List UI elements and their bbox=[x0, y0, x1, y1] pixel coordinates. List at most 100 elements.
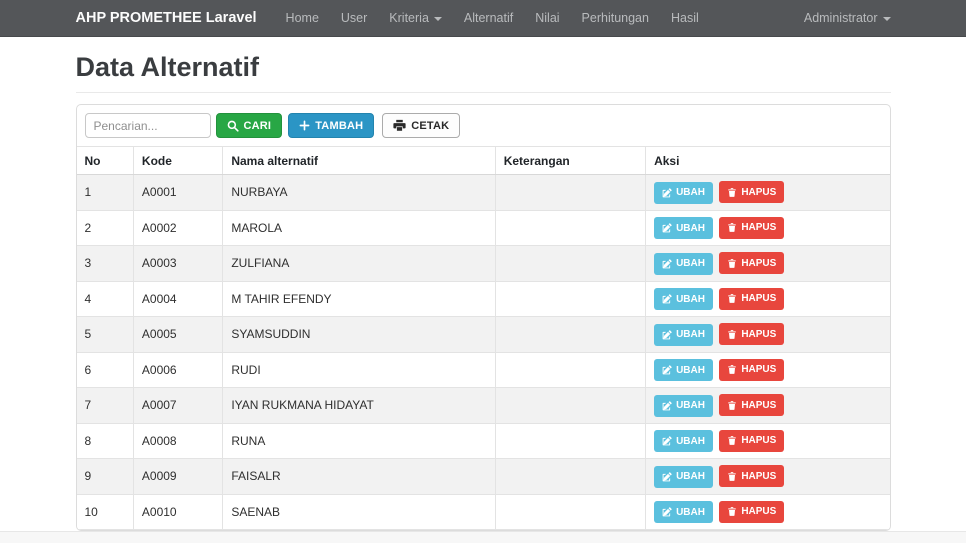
cell-kode: A0006 bbox=[133, 351, 224, 388]
cell-aksi: UBAH HAPUS bbox=[645, 351, 890, 388]
ubah-button[interactable]: UBAH bbox=[654, 359, 713, 381]
nav-item-alternatif[interactable]: Alternatif bbox=[453, 11, 524, 25]
cell-kode: A0004 bbox=[133, 280, 224, 317]
cell-nama: RUDI bbox=[222, 351, 496, 388]
hapus-button-label: HAPUS bbox=[741, 399, 777, 411]
user-menu-label: Administrator bbox=[803, 11, 878, 25]
hapus-button[interactable]: HAPUS bbox=[719, 252, 785, 274]
cell-kode: A0003 bbox=[133, 245, 224, 282]
cell-keterangan bbox=[495, 316, 647, 353]
cell-aksi: UBAH HAPUS bbox=[645, 245, 890, 282]
hapus-button-label: HAPUS bbox=[741, 222, 777, 233]
cell-aksi: UBAH HAPUS bbox=[645, 493, 890, 530]
edit-icon bbox=[662, 223, 672, 233]
ubah-button-label: UBAH bbox=[676, 329, 705, 340]
ubah-button[interactable]: UBAH bbox=[654, 323, 713, 346]
hapus-button-label: HAPUS bbox=[741, 435, 777, 446]
ubah-button-label: UBAH bbox=[676, 471, 705, 482]
tambah-button[interactable]: TAMBAH bbox=[288, 113, 375, 138]
cell-no: 4 bbox=[76, 280, 134, 317]
header-nama: Nama alternatif bbox=[222, 146, 496, 175]
ubah-button-label: UBAH bbox=[676, 258, 705, 269]
cell-aksi: UBAH HAPUS bbox=[645, 280, 890, 317]
nav-item-kriteria-dropdown[interactable]: Kriteria bbox=[378, 11, 453, 25]
hapus-button-label: HAPUS bbox=[741, 186, 777, 198]
cell-kode: A0001 bbox=[133, 174, 224, 211]
alternatif-table: No Kode Nama alternatif Keterangan Aksi … bbox=[76, 146, 890, 530]
search-input[interactable] bbox=[84, 113, 211, 138]
ubah-button[interactable]: UBAH bbox=[654, 252, 713, 275]
nav-item-hasil[interactable]: Hasil bbox=[660, 11, 710, 25]
table-row: 6 A0006 RUDI UBAH HAPUS bbox=[76, 351, 890, 388]
edit-icon bbox=[662, 507, 672, 517]
hapus-button[interactable]: HAPUS bbox=[719, 429, 785, 452]
trash-icon bbox=[727, 435, 737, 446]
brand-link[interactable]: AHP PROMETHEE Laravel bbox=[76, 10, 257, 26]
cell-no: 5 bbox=[76, 316, 134, 353]
hapus-button-label: HAPUS bbox=[741, 257, 777, 269]
edit-icon bbox=[662, 400, 672, 411]
cell-no: 3 bbox=[76, 245, 134, 282]
trash-icon bbox=[727, 400, 737, 411]
trash-icon bbox=[727, 506, 737, 517]
ubah-button-label: UBAH bbox=[676, 293, 705, 305]
ubah-button[interactable]: UBAH bbox=[654, 217, 713, 239]
nav-item-nilai[interactable]: Nilai bbox=[524, 11, 570, 25]
nav-item-kriteria-label: Kriteria bbox=[389, 11, 429, 25]
ubah-button[interactable]: UBAH bbox=[654, 501, 713, 523]
header-no: No bbox=[76, 146, 134, 175]
nav-item-user[interactable]: User bbox=[330, 11, 378, 25]
trash-icon bbox=[727, 293, 737, 304]
ubah-button[interactable]: UBAH bbox=[654, 394, 713, 417]
cell-nama: SYAMSUDDIN bbox=[222, 316, 496, 353]
cell-kode: A0002 bbox=[133, 209, 224, 246]
edit-icon bbox=[662, 329, 672, 340]
cell-keterangan bbox=[495, 280, 647, 317]
nav-item-perhitungan[interactable]: Perhitungan bbox=[571, 11, 660, 25]
cell-aksi: UBAH HAPUS bbox=[645, 387, 890, 424]
table-row: 5 A0005 SYAMSUDDIN UBAH HAPUS bbox=[76, 316, 890, 353]
trash-icon bbox=[727, 222, 737, 233]
cell-nama: M TAHIR EFENDY bbox=[222, 280, 496, 317]
hapus-button[interactable]: HAPUS bbox=[719, 394, 785, 416]
cetak-button[interactable]: CETAK bbox=[382, 113, 461, 138]
cell-nama: MAROLA bbox=[222, 209, 496, 246]
hapus-button[interactable]: HAPUS bbox=[719, 287, 785, 310]
ubah-button[interactable]: UBAH bbox=[654, 288, 713, 310]
cell-nama: FAISALR bbox=[222, 458, 496, 495]
hapus-button-label: HAPUS bbox=[741, 364, 777, 375]
table-row: 1 A0001 NURBAYA UBAH HAPUS bbox=[76, 174, 890, 211]
table-row: 2 A0002 MAROLA UBAH HAPUS bbox=[76, 209, 890, 246]
hapus-button[interactable]: HAPUS bbox=[719, 216, 785, 239]
edit-icon bbox=[662, 365, 672, 375]
cari-button[interactable]: CARI bbox=[215, 113, 283, 138]
ubah-button-label: UBAH bbox=[676, 435, 705, 447]
hapus-button-label: HAPUS bbox=[741, 328, 777, 340]
ubah-button[interactable]: UBAH bbox=[654, 181, 713, 204]
hapus-button[interactable]: HAPUS bbox=[719, 323, 785, 345]
cell-aksi: UBAH HAPUS bbox=[645, 209, 890, 246]
cell-keterangan bbox=[495, 209, 647, 246]
cell-aksi: UBAH HAPUS bbox=[645, 458, 890, 495]
hapus-button[interactable]: HAPUS bbox=[719, 181, 785, 203]
cell-kode: A0007 bbox=[133, 387, 224, 424]
ubah-button-label: UBAH bbox=[676, 222, 705, 234]
hapus-button-label: HAPUS bbox=[741, 470, 777, 482]
hapus-button[interactable]: HAPUS bbox=[719, 465, 785, 487]
cetak-button-label: CETAK bbox=[411, 119, 450, 132]
cell-keterangan bbox=[495, 351, 647, 388]
ubah-button[interactable]: UBAH bbox=[654, 430, 713, 452]
ubah-button-label: UBAH bbox=[676, 506, 705, 518]
header-aksi: Aksi bbox=[645, 146, 890, 175]
ubah-button[interactable]: UBAH bbox=[654, 465, 713, 488]
hapus-button[interactable]: HAPUS bbox=[719, 358, 785, 381]
cell-no: 7 bbox=[76, 387, 134, 424]
table-row: 7 A0007 IYAN RUKMANA HIDAYAT UBAH HAPUS bbox=[76, 387, 890, 424]
trash-icon bbox=[727, 187, 737, 198]
hapus-button[interactable]: HAPUS bbox=[719, 500, 785, 523]
user-menu-dropdown[interactable]: Administrator bbox=[804, 11, 891, 25]
plus-icon bbox=[299, 120, 310, 131]
trash-icon bbox=[727, 364, 737, 375]
cell-no: 2 bbox=[76, 209, 134, 246]
nav-item-home[interactable]: Home bbox=[275, 11, 330, 25]
